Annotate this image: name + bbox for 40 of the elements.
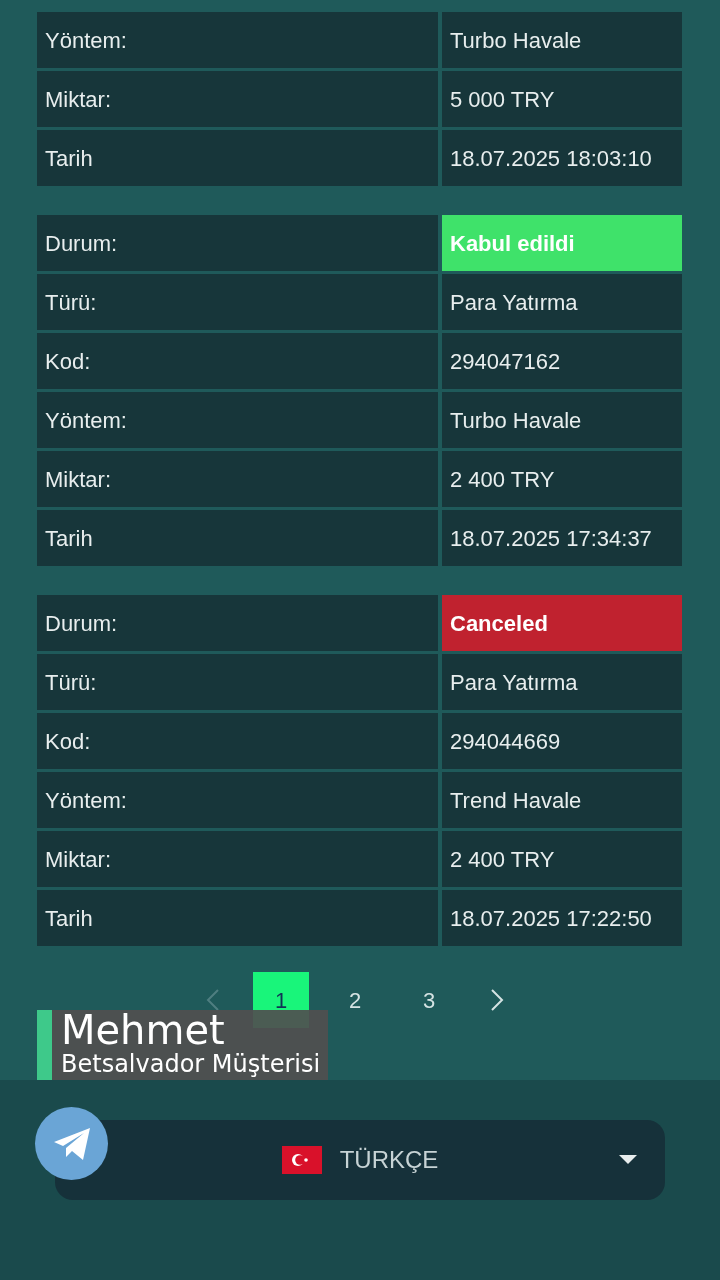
status-badge: Kabul edildi: [442, 215, 682, 271]
caption-name: Mehmet: [61, 1010, 226, 1050]
field-label: Türü:: [37, 274, 438, 330]
field-label: Miktar:: [37, 71, 438, 127]
field-label: Tarih: [37, 890, 438, 946]
status-label: Durum:: [37, 595, 438, 651]
page-button[interactable]: 2: [327, 972, 383, 1028]
language-label: TÜRKÇE: [339, 1145, 439, 1175]
field-value: 294044669: [442, 713, 682, 769]
field-value: 5 000 TRY: [442, 71, 682, 127]
field-label: Tarih: [37, 510, 438, 566]
field-value: Trend Havale: [442, 772, 682, 828]
field-value: 2 400 TRY: [442, 831, 682, 887]
chevron-left-icon: [206, 988, 220, 1012]
caption-subtitle: Betsalvador Müşterisi: [61, 1050, 321, 1078]
language-selector[interactable]: TÜRKÇE: [55, 1120, 665, 1200]
field-label: Yöntem:: [37, 392, 438, 448]
field-label: Miktar:: [37, 451, 438, 507]
field-label: Miktar:: [37, 831, 438, 887]
caret-icon: [619, 1155, 637, 1164]
field-label: Türü:: [37, 654, 438, 710]
field-value: 18.07.2025 18:03:10: [442, 130, 682, 186]
field-label: Tarih: [37, 130, 438, 186]
field-value: 18.07.2025 17:34:37: [442, 510, 682, 566]
field-label: Yöntem:: [37, 12, 438, 68]
chevron-right-icon: [490, 988, 504, 1012]
status-label: Durum:: [37, 215, 438, 271]
field-value: 294047162: [442, 333, 682, 389]
field-value: 2 400 TRY: [442, 451, 682, 507]
flag-icon: [281, 1146, 322, 1174]
field-value: 18.07.2025 17:22:50: [442, 890, 682, 946]
field-value: Para Yatırma: [442, 654, 682, 710]
field-label: Kod:: [37, 333, 438, 389]
field-value: Para Yatırma: [442, 274, 682, 330]
field-label: Kod:: [37, 713, 438, 769]
page-button[interactable]: 3: [401, 972, 457, 1028]
field-value: Turbo Havale: [442, 392, 682, 448]
status-badge: Canceled: [442, 595, 682, 651]
field-label: Yöntem:: [37, 772, 438, 828]
field-value: Turbo Havale: [442, 12, 682, 68]
